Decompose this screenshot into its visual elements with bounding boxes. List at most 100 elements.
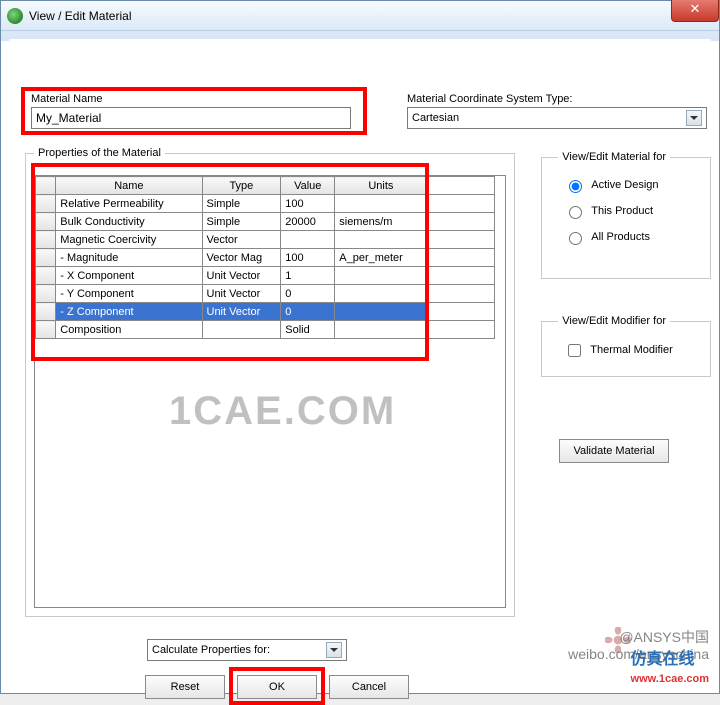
row-gutter: [36, 213, 56, 231]
cell-units[interactable]: [335, 303, 427, 321]
col-tail: [427, 177, 495, 195]
cell-name[interactable]: - Magnitude: [56, 249, 202, 267]
material-name-input[interactable]: [31, 107, 351, 129]
radio-active-design-label: Active Design: [591, 179, 658, 191]
row-gutter: [36, 285, 56, 303]
close-button[interactable]: ✕: [671, 0, 719, 22]
cell-units[interactable]: [335, 231, 427, 249]
view-edit-for-group: View/Edit Material for Active Design Thi…: [541, 151, 711, 279]
table-row[interactable]: - Z ComponentUnit Vector0: [36, 303, 495, 321]
reset-button[interactable]: Reset: [145, 675, 225, 699]
ok-button[interactable]: OK: [237, 675, 317, 699]
cell-type[interactable]: Unit Vector: [202, 267, 281, 285]
table-row[interactable]: Relative PermeabilitySimple100: [36, 195, 495, 213]
view-edit-for-legend: View/Edit Material for: [558, 151, 670, 163]
cell-units[interactable]: [335, 195, 427, 213]
col-type[interactable]: Type: [202, 177, 281, 195]
row-gutter: [36, 321, 56, 339]
table-row[interactable]: Bulk ConductivitySimple20000siemens/m: [36, 213, 495, 231]
app-icon: [7, 8, 23, 24]
cell-units[interactable]: [335, 285, 427, 303]
radio-this-product[interactable]: This Product: [564, 203, 692, 219]
table-row[interactable]: - X ComponentUnit Vector1: [36, 267, 495, 285]
cell-value[interactable]: Solid: [281, 321, 335, 339]
cell-tail: [427, 285, 495, 303]
table-row[interactable]: Composition Solid: [36, 321, 495, 339]
radio-all-products-label: All Products: [591, 231, 650, 243]
thermal-modifier-check[interactable]: Thermal Modifier: [564, 341, 692, 360]
row-gutter: [36, 249, 56, 267]
window-title: View / Edit Material: [29, 9, 132, 23]
cell-name[interactable]: Composition: [56, 321, 202, 339]
cell-units[interactable]: A_per_meter: [335, 249, 427, 267]
radio-all-products-input[interactable]: [569, 232, 582, 245]
table-row[interactable]: - MagnitudeVector Mag100A_per_meter: [36, 249, 495, 267]
properties-table[interactable]: Name Type Value Units Relative Permeabil…: [35, 176, 495, 339]
cell-value[interactable]: [281, 231, 335, 249]
table-row[interactable]: Magnetic CoercivityVector: [36, 231, 495, 249]
cell-value[interactable]: 1: [281, 267, 335, 285]
cell-type[interactable]: Simple: [202, 195, 281, 213]
table-header: Name Type Value Units: [36, 177, 495, 195]
radio-this-product-label: This Product: [591, 205, 653, 217]
cell-type[interactable]: Vector: [202, 231, 281, 249]
cell-value[interactable]: 100: [281, 195, 335, 213]
radio-this-product-input[interactable]: [569, 206, 582, 219]
cell-tail: [427, 249, 495, 267]
cell-tail: [427, 321, 495, 339]
cell-name[interactable]: - Y Component: [56, 285, 202, 303]
col-value[interactable]: Value: [281, 177, 335, 195]
cancel-button[interactable]: Cancel: [329, 675, 409, 699]
titlebar: View / Edit Material ✕: [1, 1, 719, 31]
modifier-for-legend: View/Edit Modifier for: [558, 315, 670, 327]
cell-name[interactable]: - X Component: [56, 267, 202, 285]
cell-type[interactable]: [202, 321, 281, 339]
row-gutter: [36, 303, 56, 321]
row-gutter: [36, 267, 56, 285]
coord-sys-value: Cartesian: [412, 112, 459, 124]
cell-type[interactable]: Vector Mag: [202, 249, 281, 267]
material-name-label: Material Name: [31, 93, 103, 105]
cell-name[interactable]: - Z Component: [56, 303, 202, 321]
dialog-content: Material Name Material Coordinate System…: [9, 39, 711, 685]
col-name[interactable]: Name: [56, 177, 202, 195]
coord-sys-combo[interactable]: Cartesian: [407, 107, 707, 129]
cell-tail: [427, 231, 495, 249]
cell-units[interactable]: siemens/m: [335, 213, 427, 231]
cell-units[interactable]: [335, 321, 427, 339]
properties-legend: Properties of the Material: [34, 147, 165, 159]
calculate-properties-label: Calculate Properties for:: [152, 644, 270, 656]
cell-value[interactable]: 100: [281, 249, 335, 267]
table-row[interactable]: - Y ComponentUnit Vector0: [36, 285, 495, 303]
cell-type[interactable]: Simple: [202, 213, 281, 231]
properties-table-wrap: Name Type Value Units Relative Permeabil…: [34, 175, 506, 608]
dialog-window: View / Edit Material ✕ Material Name Mat…: [0, 0, 720, 694]
cell-units[interactable]: [335, 267, 427, 285]
col-units[interactable]: Units: [335, 177, 427, 195]
calculate-properties-combo[interactable]: Calculate Properties for:: [147, 639, 347, 661]
properties-group: Properties of the Material Name Type Val…: [25, 147, 515, 617]
radio-active-design-input[interactable]: [569, 180, 582, 193]
cell-name[interactable]: Magnetic Coercivity: [56, 231, 202, 249]
cell-type[interactable]: Unit Vector: [202, 303, 281, 321]
radio-active-design[interactable]: Active Design: [564, 177, 692, 193]
chevron-down-icon: [326, 642, 342, 658]
cell-value[interactable]: 0: [281, 285, 335, 303]
row-gutter: [36, 231, 56, 249]
cell-tail: [427, 303, 495, 321]
cell-name[interactable]: Bulk Conductivity: [56, 213, 202, 231]
chevron-down-icon: [686, 110, 702, 126]
thermal-modifier-input[interactable]: [568, 344, 581, 357]
cell-name[interactable]: Relative Permeability: [56, 195, 202, 213]
cell-tail: [427, 267, 495, 285]
coord-sys-label: Material Coordinate System Type:: [407, 93, 572, 105]
row-gutter: [36, 195, 56, 213]
cell-value[interactable]: 20000: [281, 213, 335, 231]
radio-all-products[interactable]: All Products: [564, 229, 692, 245]
modifier-for-group: View/Edit Modifier for Thermal Modifier: [541, 315, 711, 377]
cell-type[interactable]: Unit Vector: [202, 285, 281, 303]
cell-value[interactable]: 0: [281, 303, 335, 321]
cell-tail: [427, 213, 495, 231]
validate-material-button[interactable]: Validate Material: [559, 439, 669, 463]
close-icon: ✕: [690, 1, 701, 16]
